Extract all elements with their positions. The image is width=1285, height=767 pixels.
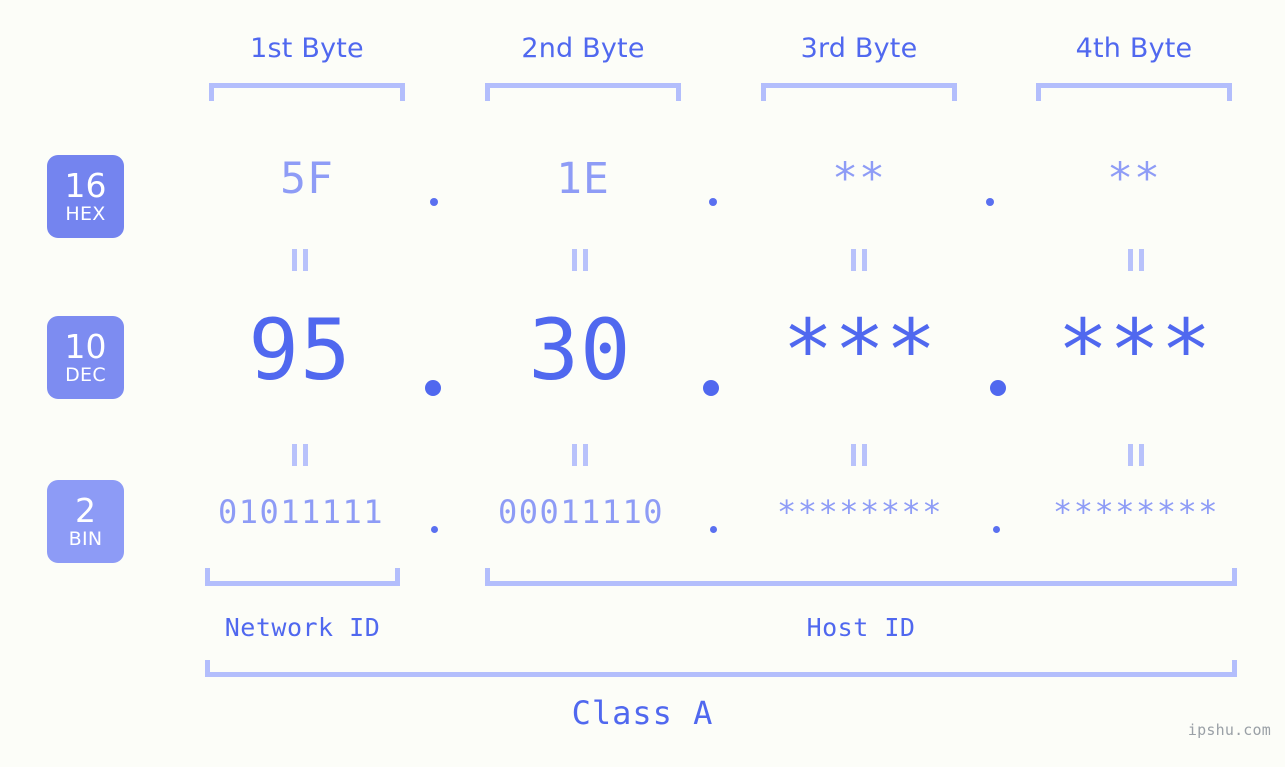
bin-separator-dot-1 bbox=[431, 526, 438, 533]
host-id-bracket bbox=[485, 568, 1237, 586]
class-label: Class A bbox=[571, 694, 714, 732]
equals-icon-hex-dec-4 bbox=[1128, 249, 1144, 271]
base-badge-bin-number: 2 bbox=[75, 490, 96, 530]
base-badge-dec[interactable]: 10 DEC bbox=[47, 316, 124, 399]
equals-icon-hex-dec-3 bbox=[851, 249, 867, 271]
network-id-bracket bbox=[205, 568, 400, 586]
byte-bracket-top-2 bbox=[485, 83, 681, 101]
equals-icon-hex-dec-2 bbox=[572, 249, 588, 271]
dec-separator-dot-2 bbox=[703, 380, 719, 396]
hex-value-byte-4: ** bbox=[1107, 154, 1161, 204]
bin-value-byte-3: ******** bbox=[776, 493, 944, 531]
byte-header-4: 4th Byte bbox=[1075, 33, 1193, 64]
byte-bracket-top-3 bbox=[761, 83, 957, 101]
byte-bracket-top-1 bbox=[209, 83, 405, 101]
equals-icon-dec-bin-3 bbox=[851, 444, 867, 466]
equals-icon-dec-bin-4 bbox=[1128, 444, 1144, 466]
dec-value-byte-4: *** bbox=[1057, 301, 1213, 399]
hex-separator-dot-3 bbox=[986, 198, 994, 206]
dec-separator-dot-1 bbox=[425, 380, 441, 396]
dec-separator-dot-3 bbox=[990, 380, 1006, 396]
bin-value-byte-1: 01011111 bbox=[217, 493, 385, 531]
base-badge-dec-name: DEC bbox=[65, 363, 106, 386]
byte-header-2: 2nd Byte bbox=[521, 33, 645, 64]
base-badge-hex[interactable]: 16 HEX bbox=[47, 155, 124, 238]
site-watermark: ipshu.com bbox=[1187, 721, 1271, 739]
hex-value-byte-2: 1E bbox=[556, 154, 610, 204]
equals-icon-hex-dec-1 bbox=[292, 249, 308, 271]
network-id-label: Network ID bbox=[224, 613, 381, 642]
equals-icon-dec-bin-2 bbox=[572, 444, 588, 466]
hex-separator-dot-1 bbox=[430, 198, 438, 206]
class-bracket bbox=[205, 660, 1237, 677]
base-badge-bin[interactable]: 2 BIN bbox=[47, 480, 124, 563]
byte-header-3: 3rd Byte bbox=[800, 33, 918, 64]
host-id-label: Host ID bbox=[806, 613, 916, 642]
bin-separator-dot-2 bbox=[710, 526, 717, 533]
hex-separator-dot-2 bbox=[709, 198, 717, 206]
bin-value-byte-4: ******** bbox=[1052, 493, 1220, 531]
base-badge-hex-name: HEX bbox=[65, 202, 106, 225]
equals-icon-dec-bin-1 bbox=[292, 444, 308, 466]
base-badge-bin-name: BIN bbox=[68, 527, 103, 550]
dec-value-byte-3: *** bbox=[782, 301, 938, 399]
byte-bracket-top-4 bbox=[1036, 83, 1232, 101]
byte-header-1: 1st Byte bbox=[250, 33, 364, 64]
hex-value-byte-3: ** bbox=[832, 154, 886, 204]
base-badge-hex-number: 16 bbox=[64, 165, 107, 205]
bin-separator-dot-3 bbox=[993, 526, 1000, 533]
hex-value-byte-1: 5F bbox=[280, 154, 334, 204]
ip-byte-breakdown-diagram: 1st Byte 2nd Byte 3rd Byte 4th Byte 16 H… bbox=[0, 0, 1285, 767]
base-badge-dec-number: 10 bbox=[64, 326, 107, 366]
bin-value-byte-2: 00011110 bbox=[497, 493, 665, 531]
dec-value-byte-1: 95 bbox=[248, 301, 352, 399]
dec-value-byte-2: 30 bbox=[528, 301, 632, 399]
